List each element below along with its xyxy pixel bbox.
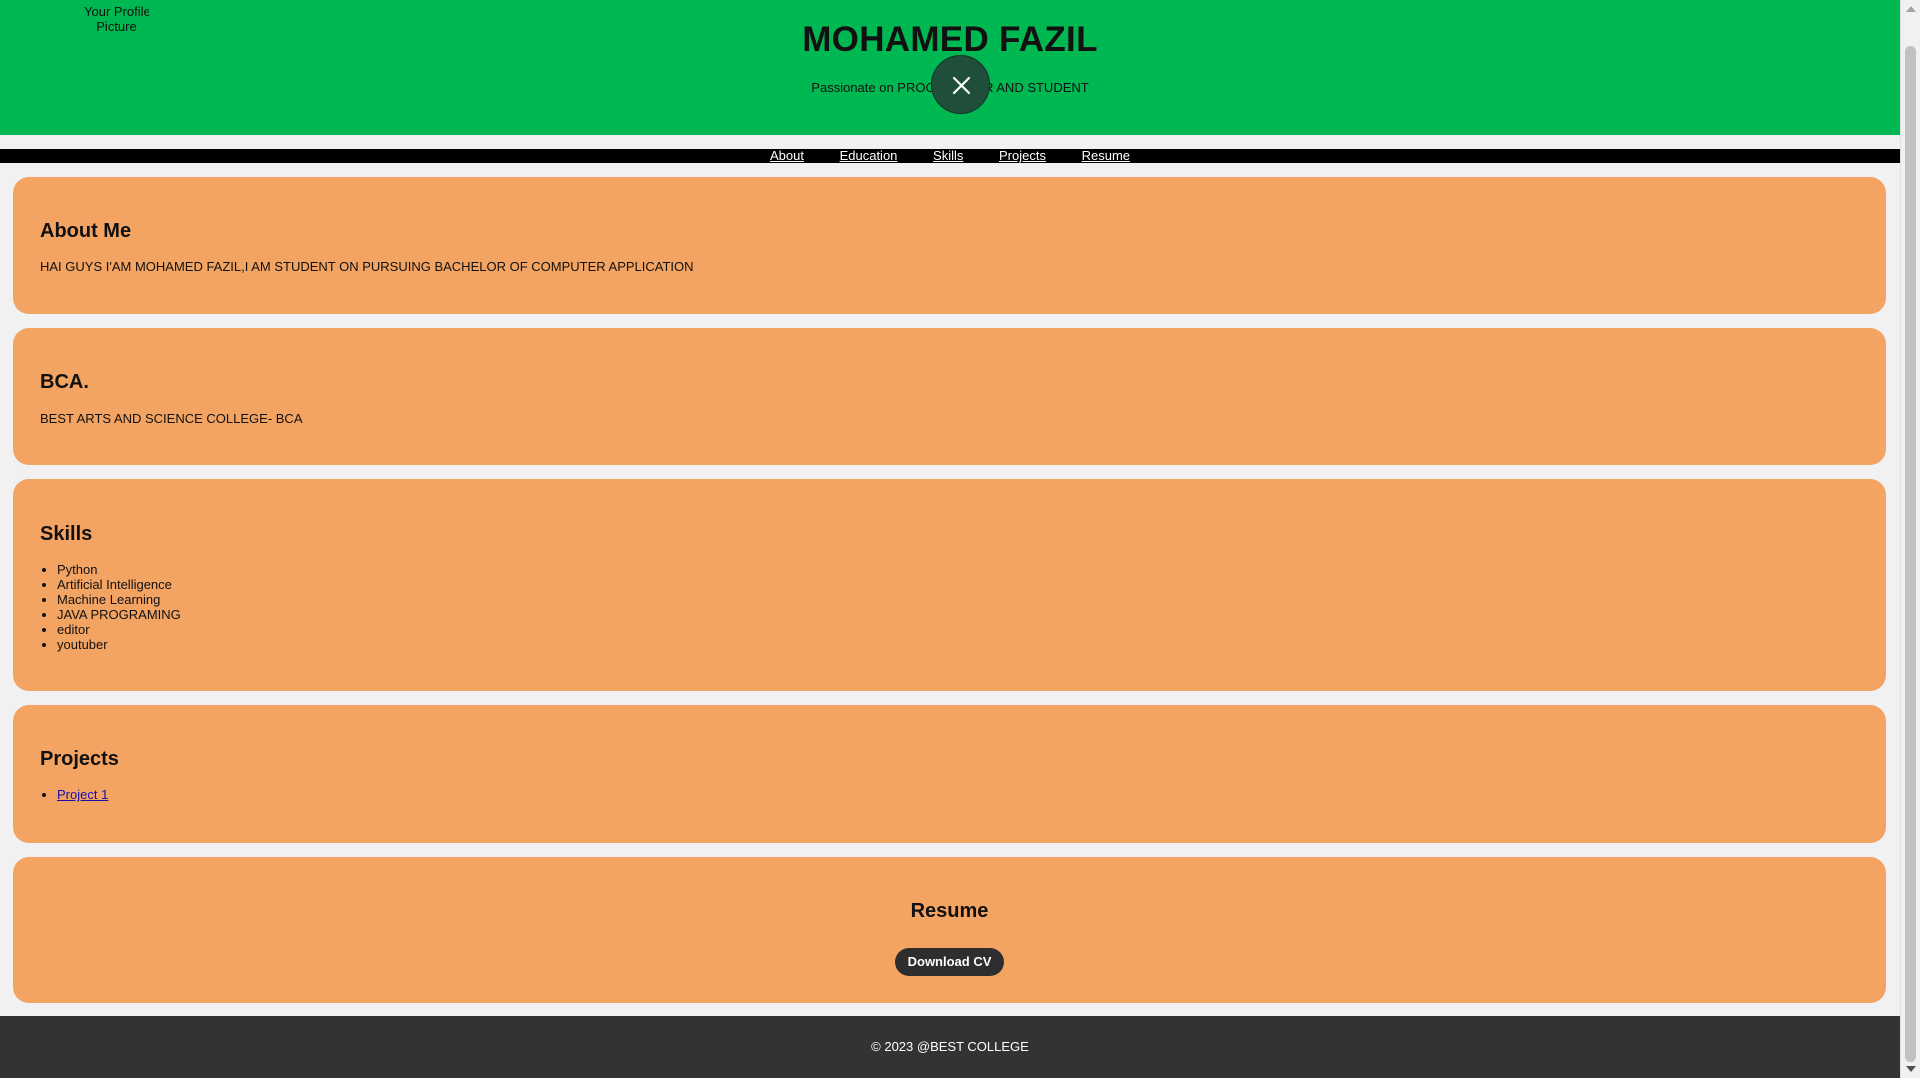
list-item: Python <box>57 562 181 577</box>
nav-link-resume[interactable]: Resume <box>1082 148 1130 163</box>
resume-title: Resume <box>910 900 989 922</box>
nav-link-skills[interactable]: Skills <box>933 148 963 163</box>
project-link[interactable]: Project 1 <box>57 787 108 802</box>
education-section: BCA. BEST ARTS AND SCIENCE COLLEGE- BCA <box>13 328 1886 465</box>
list-item: JAVA PROGRAMING <box>57 607 181 622</box>
nav-link-projects[interactable]: Projects <box>999 148 1046 163</box>
skills-list: Python Artificial Intelligence Machine L… <box>40 562 181 652</box>
about-section: About Me HAI GUYS I'AM MOHAMED FAZIL,I A… <box>13 177 1886 314</box>
page: Your Profile Picture MOHAMED FAZIL Passi… <box>0 0 1900 1078</box>
skills-title: Skills <box>40 523 93 545</box>
list-item: Project 1 <box>57 787 108 802</box>
skills-section: Skills Python Artificial Intelligence Ma… <box>13 479 1886 691</box>
footer-text: © 2023 @BEST COLLEGE <box>871 1039 1029 1054</box>
nav-link-about[interactable]: About <box>770 148 804 163</box>
list-item: Artificial Intelligence <box>57 577 181 592</box>
scroll-down-arrow-icon[interactable] <box>1906 1066 1916 1072</box>
download-cv-button[interactable]: Download CV <box>895 948 1004 976</box>
projects-section: Projects Project 1 <box>13 705 1886 843</box>
projects-title: Projects <box>40 748 119 770</box>
list-item: Machine Learning <box>57 592 181 607</box>
profile-picture-alt-line-1: Your Profile <box>84 4 149 19</box>
about-title: About Me <box>40 220 132 242</box>
education-text: BEST ARTS AND SCIENCE COLLEGE- BCA <box>40 411 303 426</box>
list-item: youtuber <box>57 637 181 652</box>
education-title: BCA. <box>40 371 89 393</box>
scroll-up-arrow-icon[interactable] <box>1906 6 1916 12</box>
scroll-thumb[interactable] <box>1905 46 1916 1062</box>
site-footer: © 2023 @BEST COLLEGE <box>0 1016 1900 1078</box>
nav-bar: About Education Skills Projects Resume <box>0 149 1900 163</box>
scrollbar[interactable] <box>1900 0 1920 1078</box>
list-item: editor <box>57 622 181 637</box>
page-title: MOHAMED FAZIL <box>802 20 1098 59</box>
close-icon <box>952 76 971 95</box>
site-header: Your Profile Picture MOHAMED FAZIL Passi… <box>0 0 1900 135</box>
nav-link-education[interactable]: Education <box>840 148 898 163</box>
close-button[interactable] <box>931 55 990 114</box>
resume-section: Resume Download CV <box>13 857 1886 1003</box>
about-text: HAI GUYS I'AM MOHAMED FAZIL,I AM STUDENT… <box>40 259 694 274</box>
projects-list: Project 1 <box>40 787 108 802</box>
